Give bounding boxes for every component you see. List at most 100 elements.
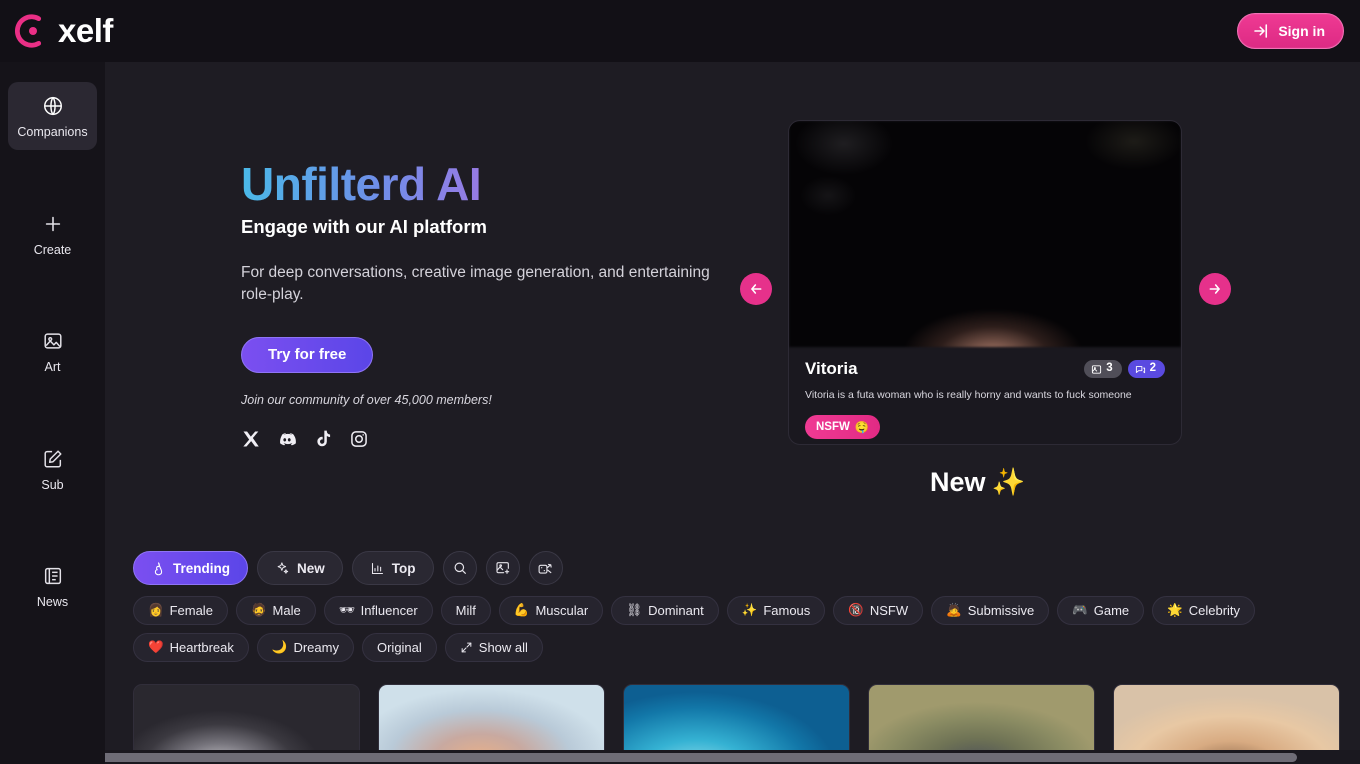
companion-grid-item[interactable]: [623, 684, 850, 752]
category-chip-list: 👩 Female 🧔 Male 🕶 Influencer Milf 💪 Musc…: [133, 596, 1263, 662]
chip-milf[interactable]: Milf: [440, 596, 491, 625]
sunglasses-emoji-icon: 🕶: [338, 603, 355, 618]
sidebar-item-create[interactable]: Create: [8, 200, 97, 268]
tiktok-icon[interactable]: [313, 429, 333, 449]
flexed-biceps-emoji-icon: 💪: [513, 603, 530, 618]
generate-image-button[interactable]: [485, 551, 520, 585]
sidebar-item-label: Companions: [17, 125, 88, 139]
brand-logo[interactable]: xelf: [14, 12, 113, 50]
sidebar-item-label: Art: [44, 360, 61, 374]
chip-label: Heartbreak: [169, 640, 234, 655]
companion-card-body: Vitoria 3 2 Vitoria is a futa woman who …: [789, 347, 1181, 444]
broken-heart-emoji-icon: ❤️: [148, 640, 164, 655]
chip-label: Influencer: [360, 603, 418, 618]
chip-label: Famous: [763, 603, 811, 618]
horizontal-scrollbar[interactable]: [0, 750, 1360, 764]
pencil-square-icon: [43, 449, 62, 468]
search-icon: [454, 562, 466, 574]
hero-section: Unfilterd AI Engage with our AI platform…: [241, 160, 731, 449]
filter-tab-bar: Trending New Top: [133, 551, 563, 585]
bar-chart-icon: [371, 562, 383, 574]
hero-description: For deep conversations, creative image g…: [241, 263, 710, 304]
image-count-badge: 3: [1084, 360, 1122, 378]
video-game-emoji-icon: 🎮: [1072, 603, 1088, 618]
chip-label: Submissive: [967, 603, 1035, 618]
man-emoji-icon: 🧔: [250, 603, 267, 618]
chip-label: Muscular: [535, 603, 589, 618]
companion-card-header: Vitoria 3 2: [805, 359, 1165, 379]
sparkles-icon: [277, 561, 289, 574]
image-icon: [43, 333, 62, 349]
chip-female[interactable]: 👩 Female: [133, 596, 228, 625]
sidebar-item-companions[interactable]: Companions: [8, 82, 97, 150]
chip-celebrity[interactable]: 🌟 Celebrity: [1152, 596, 1256, 625]
chat-count-badge: 2: [1127, 360, 1165, 378]
chip-label: Celebrity: [1188, 603, 1241, 618]
no-one-under-eighteen-emoji-icon: 🔞: [848, 603, 864, 618]
featured-companion-card[interactable]: Vitoria 3 2 Vitoria is a futa woman who …: [788, 120, 1182, 445]
tab-label: New: [297, 560, 325, 576]
globe-icon: [43, 96, 62, 116]
companion-stats: 3 2: [1084, 360, 1165, 378]
page-title: Unfilterd AI: [241, 160, 731, 209]
carousel-next-button[interactable]: [1199, 273, 1231, 305]
tab-trending[interactable]: Trending: [133, 551, 248, 585]
chip-game[interactable]: 🎮 Game: [1057, 596, 1145, 625]
companion-grid-item[interactable]: [133, 684, 360, 752]
expand-arrows-icon: [461, 642, 472, 653]
try-for-free-button[interactable]: Try for free: [241, 336, 374, 373]
tab-new[interactable]: New: [257, 551, 343, 585]
chip-nsfw[interactable]: 🔞 NSFW: [833, 596, 924, 625]
sidebar-item-sub[interactable]: Sub: [8, 435, 97, 503]
companion-grid-item[interactable]: [378, 684, 605, 752]
flame-icon: [154, 561, 163, 575]
sign-in-button[interactable]: Sign in: [1237, 13, 1344, 49]
image-count-value: 3: [1106, 362, 1113, 375]
chat-count-value: 2: [1149, 362, 1156, 375]
chip-original[interactable]: Original: [361, 633, 437, 662]
chip-label: Game: [1093, 603, 1130, 618]
companion-grid-item[interactable]: [1113, 684, 1340, 752]
social-links: [241, 429, 731, 449]
top-header: xelf Sign in: [0, 0, 1360, 62]
sidebar-item-label: Create: [33, 242, 72, 257]
brand-name: xelf: [58, 12, 113, 49]
random-button[interactable]: [528, 551, 563, 585]
chip-dominant[interactable]: ⛓ Dominant: [611, 596, 719, 625]
chip-influencer[interactable]: 🕶 Influencer: [323, 596, 433, 625]
sidebar-item-art[interactable]: Art: [8, 317, 97, 385]
image-count-icon: [1092, 364, 1102, 374]
search-button[interactable]: [442, 551, 477, 585]
companion-thumbnail: [789, 121, 1181, 347]
scrollbar-thumb[interactable]: [2, 753, 1297, 762]
sparkles-emoji-icon: ✨: [991, 467, 1026, 497]
sign-in-label: Sign in: [1278, 23, 1325, 39]
newspaper-icon: [44, 567, 61, 585]
chip-submissive[interactable]: 🙇 Submissive: [931, 596, 1050, 625]
chip-famous[interactable]: ✨ Famous: [726, 596, 826, 625]
nsfw-tag[interactable]: NSFW 🤤: [805, 415, 881, 440]
sidebar-item-news[interactable]: News: [8, 552, 97, 620]
chip-label: Original: [376, 640, 422, 655]
carousel-prev-button[interactable]: [740, 273, 772, 305]
sidebar-item-label: News: [36, 595, 69, 609]
tab-top[interactable]: Top: [351, 551, 434, 585]
companion-description: Vitoria is a futa woman who is really ho…: [805, 389, 1132, 401]
chip-male[interactable]: 🧔 Male: [235, 596, 316, 625]
new-section-label: New: [930, 466, 986, 497]
discord-icon[interactable]: [277, 429, 297, 449]
chip-dreamy[interactable]: 🌙 Dreamy: [256, 633, 354, 662]
companion-name: Vitoria: [805, 359, 858, 378]
chip-label: NSFW: [869, 603, 909, 618]
crescent-moon-emoji-icon: 🌙: [271, 640, 288, 655]
chip-show-all[interactable]: Show all: [444, 633, 543, 662]
instagram-icon[interactable]: [349, 429, 369, 449]
companion-grid-item[interactable]: [868, 684, 1095, 752]
woman-emoji-icon: 👩: [148, 603, 164, 618]
chip-muscular[interactable]: 💪 Muscular: [498, 596, 604, 625]
chip-heartbreak[interactable]: ❤️ Heartbreak: [133, 633, 249, 662]
chains-emoji-icon: ⛓: [626, 603, 643, 618]
x-twitter-icon[interactable]: [241, 429, 261, 449]
chip-label: Show all: [478, 640, 528, 655]
chip-label: Dominant: [648, 603, 704, 618]
